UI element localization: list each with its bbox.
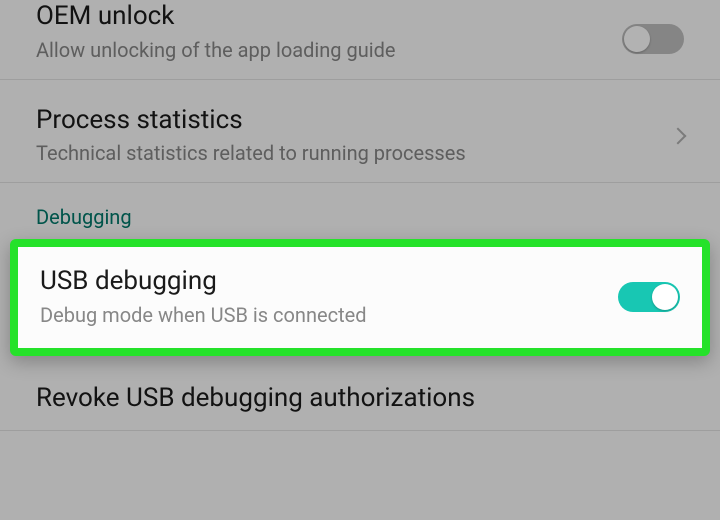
row-oem-unlock[interactable]: OEM unlock Allow unlocking of the app lo… [0, 0, 720, 80]
row-process-statistics[interactable]: Process statistics Technical statistics … [0, 90, 720, 184]
row-title: Revoke USB debugging authorizations [36, 382, 475, 415]
developer-options-list: OEM unlock Allow unlocking of the app lo… [0, 0, 720, 520]
row-subtitle: Technical statistics related to running … [36, 140, 466, 166]
section-header-debugging: Debugging [0, 183, 720, 239]
oem-unlock-toggle[interactable] [622, 24, 684, 54]
usb-debugging-toggle[interactable] [618, 282, 680, 312]
row-subtitle: Debug mode when USB is connected [40, 302, 367, 328]
row-title: OEM unlock [36, 0, 396, 33]
row-title: Process statistics [36, 104, 466, 137]
row-revoke-usb-auth[interactable]: Revoke USB debugging authorizations [0, 368, 720, 432]
row-usb-debugging[interactable]: USB debugging Debug mode when USB is con… [40, 247, 680, 348]
row-title: USB debugging [40, 265, 367, 298]
row-subtitle: Allow unlocking of the app loading guide [36, 37, 396, 63]
highlight-frame: USB debugging Debug mode when USB is con… [10, 239, 710, 356]
chevron-right-icon [670, 127, 687, 144]
